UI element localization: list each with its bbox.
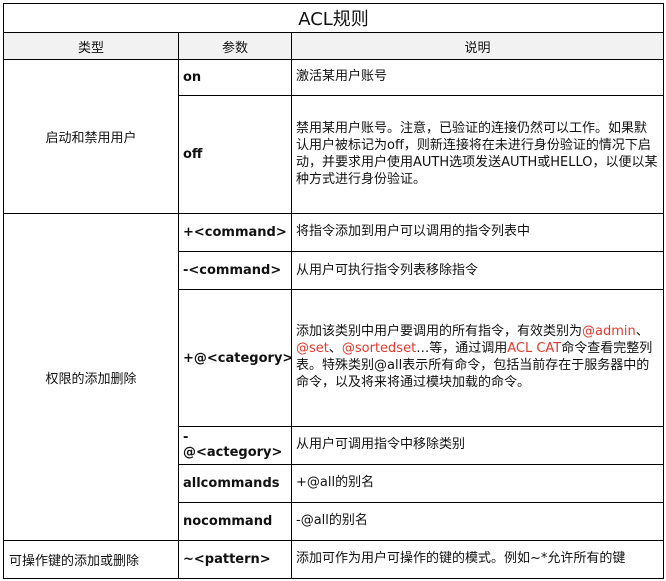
param-cell: nocommand [178,501,292,541]
desc-text: 、 [635,324,649,340]
param-cell: -@<actegory> [178,425,292,465]
table-row: 可操作键的添加或删除 ~<pattern> 添加可作为用户可操作的键的模式。例如… [3,539,664,580]
desc-cell: -@all的别名 [291,501,664,541]
category-link-admin: @admin [582,324,636,340]
param-cell: off [178,95,292,215]
acl-cat-command: ACL CAT [507,341,562,357]
param-cell: -<command> [178,251,292,291]
param-cell: allcommands [178,463,292,503]
header-param: 参数 [178,32,292,61]
category-link-set: @set [296,341,329,357]
header-type: 类型 [3,32,179,61]
table-title: ACL规则 [3,2,664,34]
param-cell: on [178,59,292,97]
acl-rules-table: ACL规则 类型 参数 说明 启动和禁用用户 on 激活某用户账号 off 禁用… [3,2,664,580]
table-row: 启动和禁用用户 on 激活某用户账号 [3,59,664,215]
param-cell: ~<pattern> [178,539,292,580]
desc-cell: +@all的别名 [291,463,664,503]
category-cell: 可操作键的添加或删除 [3,539,179,580]
category-cell: 启动和禁用用户 [3,59,179,215]
desc-text: 、 [328,341,342,357]
desc-cell: 添加该类别中用户要调用的所有指令，有效类别为@admin、@set、@sorte… [291,289,664,427]
category-cell: 权限的添加删除 [3,213,179,541]
param-cell: +<command> [178,213,292,253]
param-cell: +@<category> [178,289,293,427]
desc-cell: 将指令添加到用户可以调用的指令列表中 [291,213,664,253]
desc-cell: 从用户可调用指令中移除类别 [291,425,664,465]
desc-text: …等，通过调用 [416,341,508,357]
category-link-sortedset: @sortedset [341,341,417,357]
desc-cell: 激活某用户账号 [291,59,664,97]
header-desc: 说明 [291,32,664,61]
page: ACL规则 类型 参数 说明 启动和禁用用户 on 激活某用户账号 off 禁用… [0,0,666,581]
table-row: 权限的添加删除 +<command> 将指令添加到用户可以调用的指令列表中 [3,213,664,541]
desc-cell: 从用户可执行指令列表移除指令 [291,251,664,291]
desc-cell: 添加可作为用户可操作的键的模式。例如~*允许所有的键 [291,539,664,580]
desc-cell: 禁用某用户账号。注意，已验证的连接仍然可以工作。如果默认用户被标记为off，则新… [291,95,664,215]
desc-text: 添加该类别中用户要调用的所有指令，有效类别为 [296,324,583,340]
